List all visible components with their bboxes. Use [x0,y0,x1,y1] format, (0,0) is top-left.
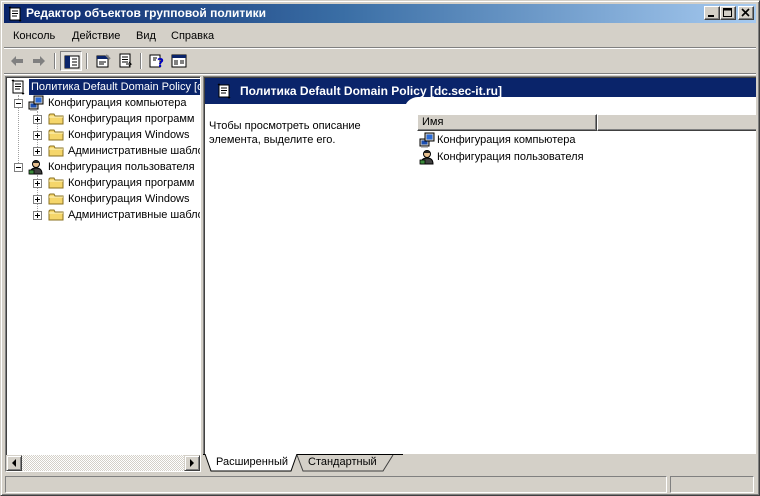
tree-item-label: Конфигурация пользователя [48,161,195,173]
column-header-label: Имя [422,116,444,128]
tree-item-label: Конфигурация программ [68,177,195,189]
status-cell-secondary [670,476,754,493]
scroll-right-button[interactable] [184,455,200,471]
title-bar[interactable]: Редактор объектов групповой политики [4,4,756,23]
minimize-icon [708,15,714,17]
export-list-button[interactable] [114,51,136,71]
svg-text:?: ? [157,56,164,69]
collapse-toggle[interactable] [14,99,23,108]
toolbar-separator [140,53,142,69]
maximize-icon [723,8,732,17]
tree-item-root[interactable]: Политика Default Domain Policy [dc.sec-i… [10,78,200,96]
forward-button[interactable] [28,51,50,71]
close-button[interactable] [738,6,754,20]
console-tree-pane[interactable]: Политика Default Domain Policy [dc.sec-i… [5,76,201,472]
toolbar-separator [54,53,56,69]
close-icon [741,8,750,17]
user-icon [419,149,435,165]
description-text: Чтобы просмотреть описание элемента, выд… [209,120,361,146]
computer-icon [419,132,435,148]
gpo-editor-window: Редактор объектов групповой политики Кон… [0,0,760,496]
toolbar: ? [4,49,756,73]
tree-item-label: Конфигурация Windows [68,193,190,205]
details-pane[interactable]: Политика Default Domain Policy [dc.sec-i… [203,76,756,454]
menu-bar: Консоль Действие Вид Справка [4,26,756,46]
gpo-app-icon [7,6,23,22]
expand-toggle[interactable] [33,211,42,220]
menu-view[interactable]: Вид [136,29,156,43]
console-tree-icon [171,54,187,68]
tab-extended[interactable]: Расширенный [216,454,288,472]
export-list-icon [119,53,133,68]
tree-item-label: Конфигурация программ [68,113,195,125]
tree-item-admin-templates[interactable]: Административные шаблоны [6,143,200,159]
back-button[interactable] [6,51,28,71]
tree-item-computer-config[interactable]: Конфигурация компьютера [6,95,200,111]
policy-scroll-icon [216,83,232,99]
tree-item-windows-settings[interactable]: Конфигурация Windows [6,191,200,207]
expand-toggle[interactable] [33,179,42,188]
tree-item-software-settings[interactable]: Конфигурация программ [6,175,200,191]
folder-icon [48,176,64,190]
console-tree-button[interactable] [168,51,190,71]
status-cell-main [5,476,667,493]
toolbar-separator-line [4,73,756,75]
expand-toggle[interactable] [33,147,42,156]
status-bar [4,475,756,494]
expand-toggle[interactable] [33,115,42,124]
column-header-empty[interactable] [597,114,756,131]
tree-item-windows-settings[interactable]: Конфигурация Windows [6,127,200,143]
tree-item-label: Административные шаблоны [68,209,200,221]
back-arrow-icon [11,56,23,66]
folder-icon [48,112,64,126]
minimize-button[interactable] [704,6,720,20]
toolbar-separator [86,53,88,69]
folder-icon [48,128,64,142]
help-button[interactable]: ? [146,51,168,71]
help-icon: ? [149,54,164,69]
properties-button[interactable] [92,51,114,71]
horizontal-scrollbar[interactable] [6,455,200,471]
maximize-button[interactable] [720,6,736,20]
tree-item-label: Конфигурация компьютера [48,97,187,109]
folder-icon [48,144,64,158]
tree-item-admin-templates[interactable]: Административные шаблоны [6,207,200,223]
view-tabs: Расширенный Стандартный [203,454,756,473]
tree-item-user-config[interactable]: Конфигурация пользователя [6,159,200,175]
tree-item-label: Административные шаблоны [68,145,200,157]
list-item-label: Конфигурация компьютера [437,134,576,146]
user-icon [28,159,44,175]
expand-toggle[interactable] [33,131,42,140]
column-header-name[interactable]: Имя [417,114,597,131]
list-item-label: Конфигурация пользователя [437,151,584,163]
menu-help[interactable]: Справка [171,29,214,43]
forward-arrow-icon [33,56,45,66]
policy-scroll-icon [10,79,26,95]
menu-console[interactable]: Консоль [13,29,55,43]
computer-icon [28,95,44,111]
list-header: Имя [417,114,756,131]
arrow-left-icon [12,459,16,467]
properties-icon [96,54,111,68]
menu-action[interactable]: Действие [72,29,120,43]
scroll-left-button[interactable] [6,455,22,471]
tree-item-software-settings[interactable]: Конфигурация программ [6,111,200,127]
details-header-title: Политика Default Domain Policy [dc.sec-i… [240,84,502,98]
arrow-right-icon [190,459,194,467]
tab-standard[interactable]: Стандартный [308,454,377,472]
tree-item-label: Политика Default Domain Policy [dc.sec-i… [28,78,200,96]
show-hide-tree-button[interactable] [60,51,82,71]
collapse-toggle[interactable] [14,163,23,172]
tree-item-label: Конфигурация Windows [68,129,190,141]
folder-icon [48,208,64,222]
window-title: Редактор объектов групповой политики [26,6,267,20]
expand-toggle[interactable] [33,195,42,204]
show-hide-tree-icon [64,55,80,69]
folder-icon [48,192,64,206]
